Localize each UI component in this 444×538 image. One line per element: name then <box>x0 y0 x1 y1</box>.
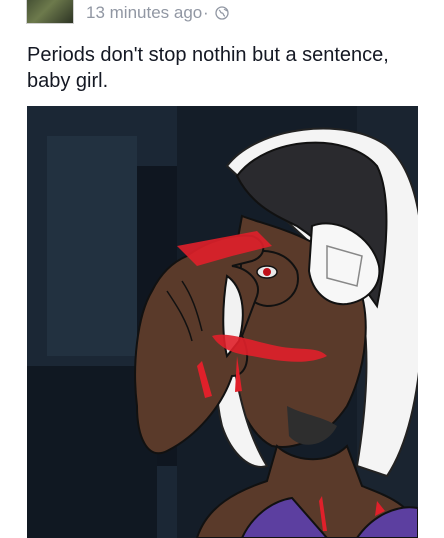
profile-avatar[interactable] <box>26 0 74 24</box>
globe-icon[interactable] <box>215 6 229 20</box>
meta-separator: · <box>203 3 209 22</box>
post-timestamp[interactable]: 13 minutes ago <box>86 3 202 23</box>
post-header: 13 minutes ago · <box>0 0 444 30</box>
post-photo[interactable] <box>27 106 418 538</box>
post-message: Periods don't stop nothin but a sentence… <box>27 44 389 92</box>
photo-drawing <box>27 106 418 538</box>
